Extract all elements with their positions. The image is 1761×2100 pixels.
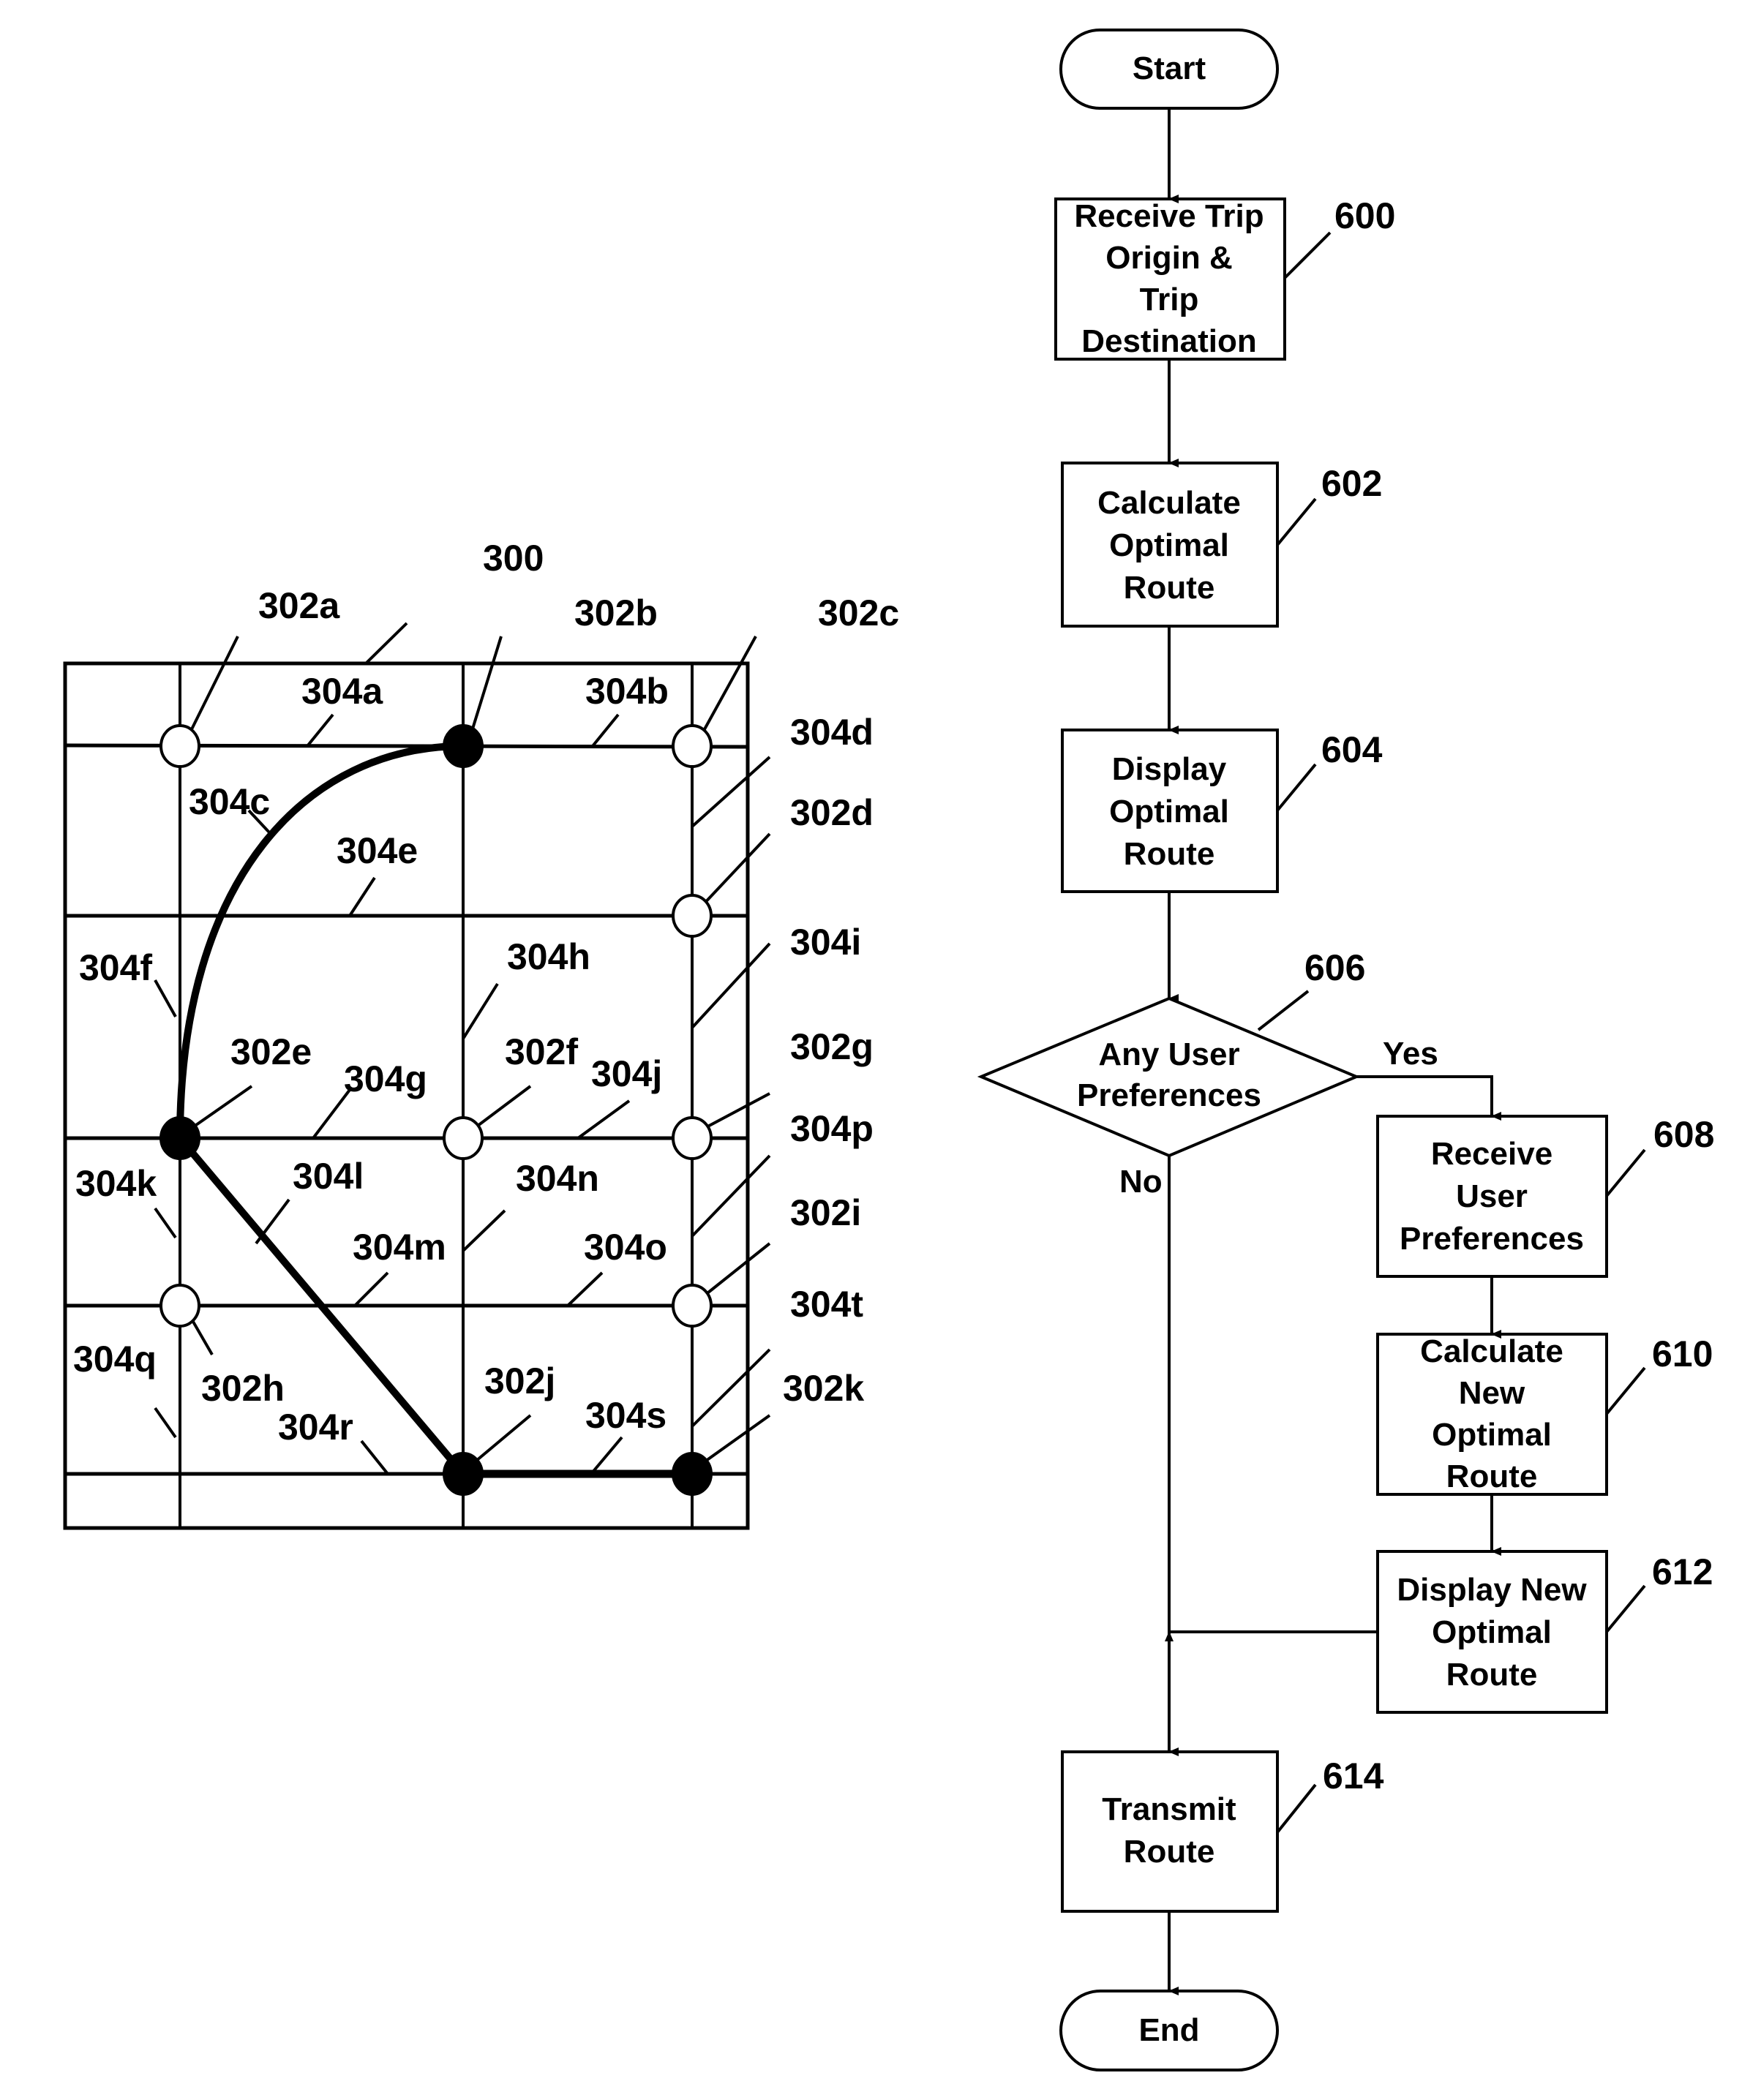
- step-610-line-1: Calculate: [1420, 1333, 1563, 1369]
- step-608-line-2: User: [1456, 1178, 1528, 1214]
- step-604-line-3: Route: [1124, 836, 1215, 872]
- node-label-302b: 302b: [574, 592, 658, 633]
- segment-label-304a: 304a: [301, 671, 383, 712]
- segment-label-304i: 304i: [790, 922, 861, 963]
- step-604-line-1: Display: [1112, 751, 1227, 787]
- node-label-302k: 302k: [783, 1368, 864, 1409]
- step-600-line-1: Receive Trip: [1074, 198, 1264, 234]
- ref-604: 604: [1321, 729, 1383, 770]
- step-608-line-3: Preferences: [1400, 1221, 1584, 1257]
- ref-610: 610: [1652, 1333, 1713, 1374]
- step-610-line-3: Optimal: [1432, 1417, 1552, 1453]
- node-label-302h: 302h: [201, 1368, 285, 1409]
- node-302j: [443, 1452, 484, 1496]
- node-label-302j: 302j: [484, 1361, 555, 1401]
- no-label: No: [1119, 1164, 1163, 1200]
- segment-label-304g: 304g: [344, 1058, 427, 1099]
- segment-label-304k: 304k: [75, 1163, 157, 1204]
- step-610-line-4: Route: [1446, 1459, 1538, 1494]
- ref-612: 612: [1652, 1551, 1713, 1592]
- node-302h: [159, 1284, 200, 1328]
- end-label: End: [1138, 2012, 1199, 2048]
- node-302i: [672, 1284, 713, 1328]
- step-602-line-3: Route: [1124, 570, 1215, 606]
- segment-label-304o: 304o: [584, 1227, 667, 1268]
- ref-614: 614: [1323, 1755, 1384, 1796]
- segment-label-304m: 304m: [353, 1227, 446, 1268]
- segment-label-304f: 304f: [79, 947, 152, 988]
- flowchart-text: Start End Receive Trip Origin & Trip Des…: [1074, 50, 1587, 2048]
- node-label-302d: 302d: [790, 792, 874, 833]
- segment-label-304j: 304j: [591, 1053, 662, 1094]
- segment-label-304l: 304l: [293, 1156, 364, 1197]
- step-600-line-2: Origin &: [1105, 240, 1233, 276]
- segment-label-304e: 304e: [337, 830, 418, 871]
- figure-canvas: 300 302a 302b 302c 302d 302e 302f 302g 3…: [63, 29, 1714, 2071]
- node-label-302a: 302a: [258, 585, 340, 626]
- node-label-302i: 302i: [790, 1192, 861, 1233]
- segment-label-304n: 304n: [516, 1158, 599, 1199]
- segment-label-304q: 304q: [73, 1339, 157, 1380]
- segment-label-304b: 304b: [585, 671, 669, 712]
- node-302k: [672, 1452, 713, 1496]
- step-604-line-2: Optimal: [1109, 794, 1229, 829]
- node-302f: [443, 1116, 484, 1160]
- step-600-line-3: Trip: [1140, 282, 1199, 317]
- ref-600: 600: [1334, 195, 1395, 236]
- node-302d: [672, 894, 713, 938]
- step-610-line-2: New: [1459, 1375, 1525, 1411]
- start-label: Start: [1133, 50, 1206, 86]
- decision-606-line-1: Any User: [1098, 1036, 1239, 1072]
- node-302b: [443, 724, 484, 768]
- segment-label-304s: 304s: [585, 1395, 667, 1436]
- segment-label-304p: 304p: [790, 1108, 874, 1149]
- step-614-line-1: Transmit: [1102, 1791, 1236, 1827]
- node-label-302f: 302f: [505, 1031, 578, 1072]
- step-614-box: [1061, 1750, 1279, 1913]
- ref-602: 602: [1321, 463, 1382, 504]
- step-612-line-1: Display New: [1397, 1572, 1587, 1608]
- segment-label-304d: 304d: [790, 712, 874, 753]
- step-612-line-3: Route: [1446, 1657, 1538, 1693]
- step-602-line-1: Calculate: [1097, 485, 1241, 521]
- node-302e: [159, 1116, 200, 1160]
- segment-label-304c: 304c: [189, 781, 270, 822]
- segment-label-304h: 304h: [507, 936, 590, 977]
- flowchart-shapes: [977, 29, 1608, 2071]
- step-602-line-2: Optimal: [1109, 527, 1229, 563]
- node-302a: [159, 724, 200, 768]
- yes-label: Yes: [1383, 1036, 1438, 1072]
- step-614-line-2: Route: [1124, 1834, 1215, 1870]
- node-302c: [672, 724, 713, 768]
- segment-label-304t: 304t: [790, 1284, 863, 1325]
- step-600-line-4: Destination: [1081, 323, 1257, 359]
- node-302g: [672, 1116, 713, 1160]
- node-label-302g: 302g: [790, 1026, 874, 1067]
- step-608-line-1: Receive: [1431, 1136, 1552, 1172]
- ref-606: 606: [1304, 947, 1365, 988]
- decision-606-line-2: Preferences: [1077, 1077, 1261, 1113]
- ref-608: 608: [1653, 1114, 1714, 1155]
- node-label-302c: 302c: [818, 592, 899, 633]
- figure-label-300: 300: [483, 538, 544, 579]
- node-label-302e: 302e: [230, 1031, 312, 1072]
- step-612-line-2: Optimal: [1432, 1614, 1552, 1650]
- segment-label-304r: 304r: [278, 1407, 353, 1448]
